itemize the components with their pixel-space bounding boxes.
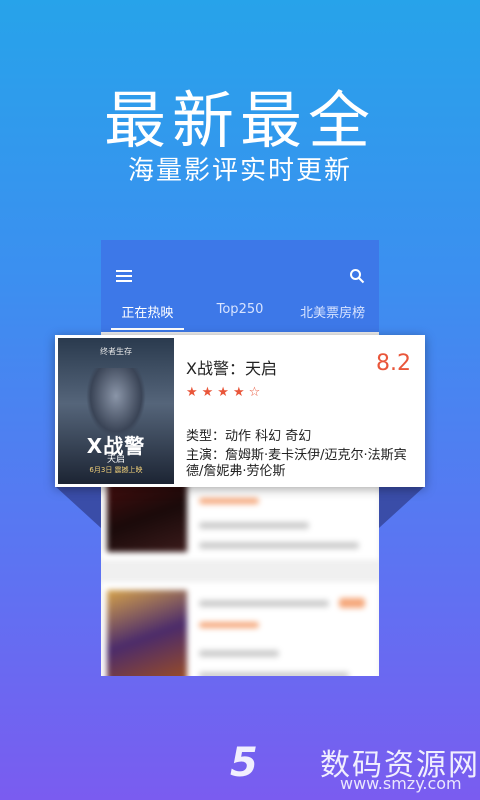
featured-movie-card[interactable]: 终者生存 X战警 天启 6月3日 震撼上映 X战警：天启 8.2 ★★★★☆ 类… [55, 335, 425, 487]
hero-subheadline: 海量影评实时更新 [127, 156, 352, 186]
movie-poster: 终者生存 X战警 天启 6月3日 震撼上映 [58, 338, 174, 484]
hero-headline: 最新最全 [103, 84, 376, 157]
tab-now-showing[interactable]: 正在热映 [101, 302, 194, 332]
app-bar: 正在热映 Top250 北美票房榜 [101, 240, 379, 332]
movie-cast: 主演：詹姆斯·麦卡沃伊/迈克尔·法斯宾德/詹妮弗·劳伦斯 [186, 448, 407, 479]
tab-box-office[interactable]: 北美票房榜 [286, 302, 379, 332]
poster-date: 6月3日 震撼上映 [89, 466, 143, 474]
menu-icon[interactable] [116, 270, 132, 284]
watermark-logo: 5 [230, 740, 258, 786]
watermark-url: www.smzy.com [340, 774, 462, 793]
movie-poster [107, 590, 187, 676]
tab-bar: 正在热映 Top250 北美票房榜 [101, 302, 379, 332]
search-icon[interactable] [349, 268, 365, 284]
movie-genre: 类型：动作 科幻 奇幻 [186, 429, 312, 444]
tab-top250[interactable]: Top250 [194, 302, 287, 332]
card-fold-left [55, 486, 101, 528]
watermark: 5 数码资源网 www.smzy.com [230, 738, 480, 798]
star-rating: ★★★★☆ [186, 385, 265, 400]
poster-figure [86, 368, 146, 438]
card-fold-right [379, 486, 425, 528]
movie-score: 8.2 [376, 351, 411, 376]
poster-subtitle: 天启 [106, 455, 125, 465]
movie-title: X战警：天启 [186, 359, 277, 378]
poster-tagline: 终者生存 [100, 347, 132, 356]
list-item[interactable] [101, 582, 379, 676]
